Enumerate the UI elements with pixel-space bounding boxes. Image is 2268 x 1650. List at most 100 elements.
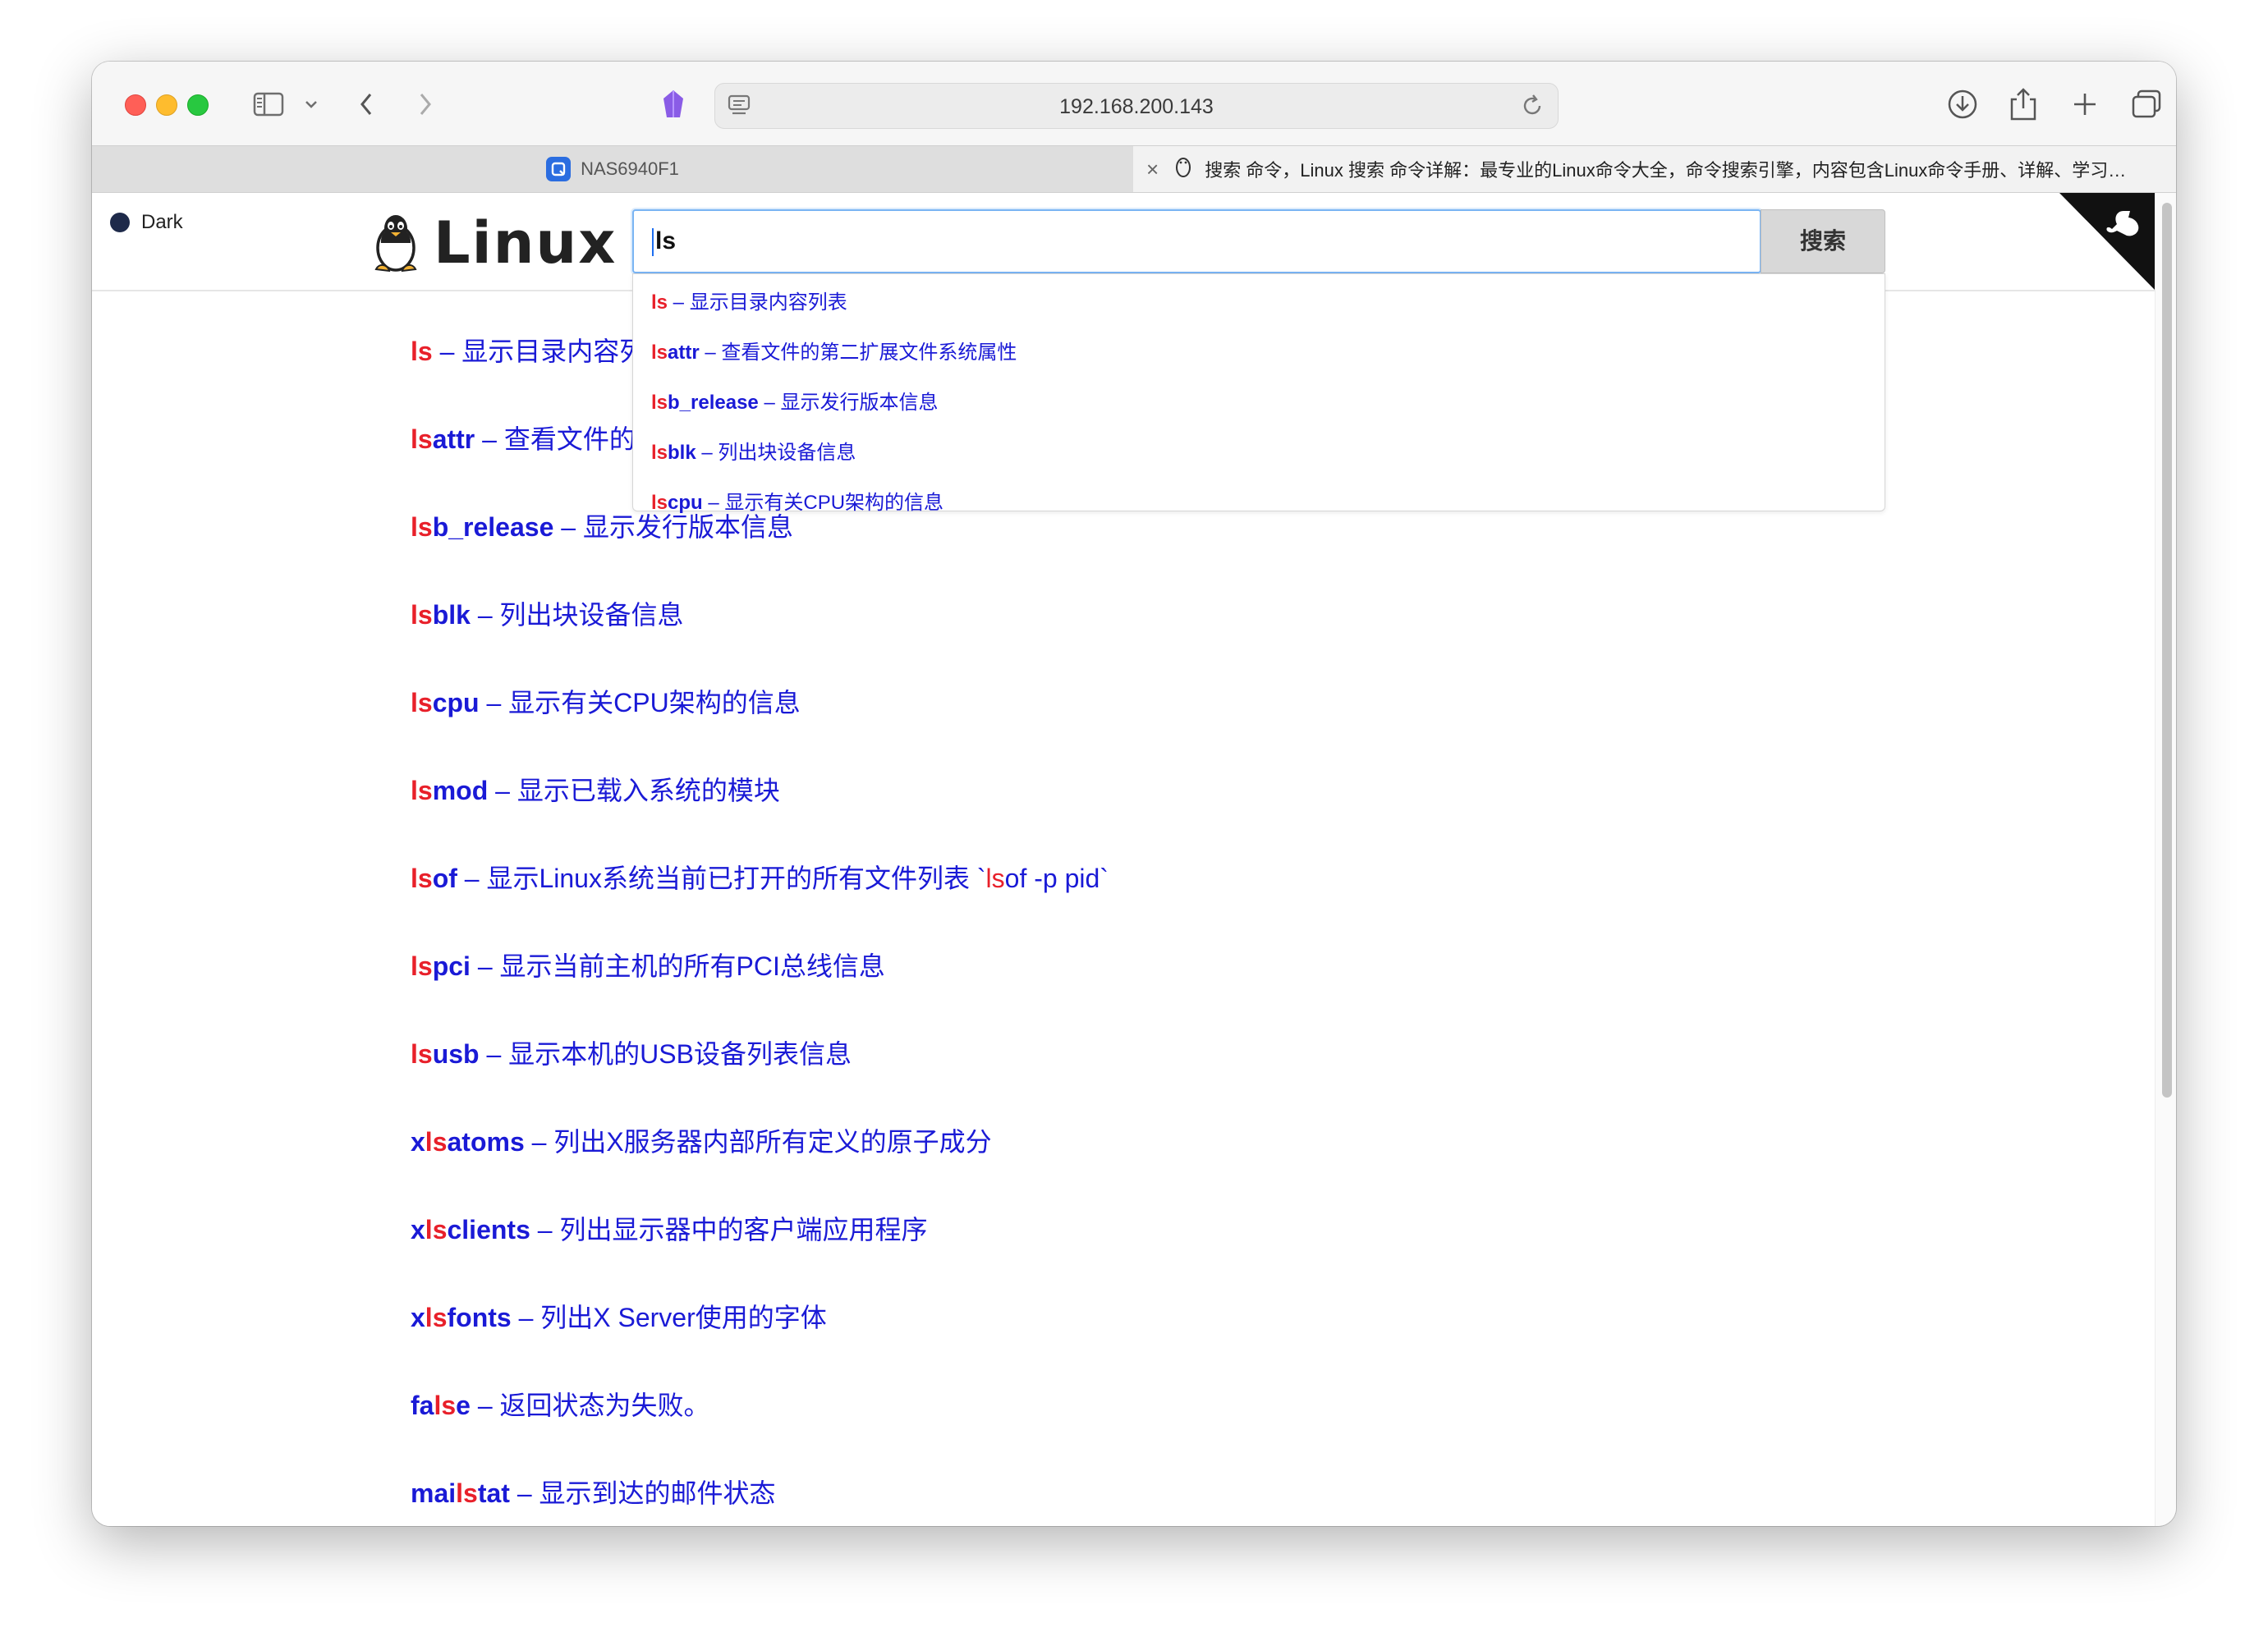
reload-icon[interactable] bbox=[1520, 94, 1545, 122]
autocomplete-dropdown: ls – 显示目录内容列表 lsattr – 查看文件的第二扩展文件系统属性 lsb… bbox=[632, 273, 1885, 514]
suggestion-command-text: b_release bbox=[668, 392, 759, 414]
result-link[interactable]: lsof – 显示Linux系统当前已打开的所有文件列表 `lsof -p pi… bbox=[411, 858, 1109, 896]
result-description: – 显示到达的邮件状态 bbox=[509, 1478, 776, 1508]
result-link[interactable]: xlsatoms – 列出X服务器内部所有定义的原子成分 bbox=[411, 1121, 992, 1159]
result-match-highlight: ls bbox=[985, 864, 1005, 893]
result-description: – 显示有关CPU架构的信息 bbox=[479, 688, 801, 717]
result-command-text: x bbox=[411, 1303, 425, 1332]
result-command-text: attr bbox=[432, 424, 475, 454]
result-match-highlight: ls bbox=[425, 1303, 448, 1332]
result-link[interactable]: lsusb – 显示本机的USB设备列表信息 bbox=[411, 1034, 852, 1071]
result-command: lspci bbox=[411, 951, 471, 981]
result-command: mailstat bbox=[411, 1478, 510, 1508]
suggestion-match-highlight: ls bbox=[651, 291, 668, 314]
result-command: ls bbox=[411, 337, 433, 366]
suggestion-item[interactable]: lsattr – 查看文件的第二扩展文件系统属性 bbox=[651, 336, 1017, 364]
back-arrow-icon[interactable] bbox=[356, 86, 376, 122]
suggestion-description: – 显示有关CPU架构的信息 bbox=[702, 492, 944, 514]
result-description: – 显示当前主机的所有PCI总线信息 bbox=[470, 951, 885, 981]
result-link[interactable]: lsblk – 列出块设备信息 bbox=[411, 594, 684, 632]
tab-nas-label: NAS6940F1 bbox=[581, 158, 679, 179]
result-command: lscpu bbox=[411, 688, 480, 717]
result-command: xlsfonts bbox=[411, 1303, 512, 1332]
result-command-text: pci bbox=[432, 951, 471, 981]
result-command-text: clients bbox=[447, 1215, 530, 1244]
minimize-window-button[interactable] bbox=[156, 94, 177, 116]
scrollbar-thumb[interactable] bbox=[2162, 203, 2172, 1098]
result-match-highlight: ls bbox=[411, 337, 433, 366]
result-command-text: of bbox=[432, 864, 457, 893]
result-description: – 列出显示器中的客户端应用程序 bbox=[530, 1215, 928, 1244]
suggestion-description: – 列出块设备信息 bbox=[696, 442, 856, 464]
close-tab-icon[interactable]: × bbox=[1146, 157, 1159, 182]
result-command-text: cpu bbox=[432, 688, 480, 717]
result-description: of -p pid` bbox=[1004, 864, 1109, 893]
suggestion-item[interactable]: lscpu – 显示有关CPU架构的信息 bbox=[651, 486, 943, 515]
close-window-button[interactable] bbox=[125, 94, 146, 116]
nas-app-icon bbox=[546, 157, 572, 181]
browser-window: 192.168.200.143 NAS6940F1 × 搜索 命令，Linux … bbox=[92, 62, 2176, 1526]
result-description: – 显示已载入系统的模块 bbox=[488, 776, 780, 805]
result-match-highlight: ls bbox=[411, 600, 433, 630]
github-corner-icon[interactable] bbox=[2059, 193, 2155, 290]
result-command-text: blk bbox=[432, 600, 471, 630]
result-match-highlight: ls bbox=[411, 1039, 433, 1069]
tab-linux-search[interactable]: × 搜索 命令，Linux 搜索 命令详解：最专业的Linux命令大全，命令搜索… bbox=[1133, 146, 2176, 192]
share-icon[interactable] bbox=[2009, 86, 2038, 122]
new-tab-plus-icon[interactable] bbox=[2071, 86, 2099, 122]
sidebar-toggle-icon[interactable] bbox=[253, 86, 286, 122]
suggestion-item[interactable]: ls – 显示目录内容列表 bbox=[651, 286, 847, 314]
site-logo[interactable]: Linux bbox=[370, 209, 617, 277]
result-link[interactable]: lscpu – 显示有关CPU架构的信息 bbox=[411, 682, 801, 720]
result-link[interactable]: false – 返回状态为失败。 bbox=[411, 1385, 710, 1423]
result-link[interactable]: xlsclients – 列出显示器中的客户端应用程序 bbox=[411, 1209, 927, 1247]
result-match-highlight: ls bbox=[425, 1127, 448, 1157]
result-description: – 列出X服务器内部所有定义的原子成分 bbox=[524, 1127, 992, 1157]
suggestion-match-highlight: ls bbox=[651, 492, 668, 514]
chevron-down-icon[interactable] bbox=[304, 86, 319, 122]
tab-bar: NAS6940F1 × 搜索 命令，Linux 搜索 命令详解：最专业的Linu… bbox=[92, 145, 2176, 193]
result-command-text: mai bbox=[411, 1478, 457, 1508]
result-command-text: mod bbox=[432, 776, 489, 805]
result-match-highlight: ls bbox=[411, 424, 433, 454]
result-link[interactable]: mailstat – 显示到达的邮件状态 bbox=[411, 1473, 776, 1510]
search-input[interactable]: ls bbox=[632, 209, 1761, 273]
result-command-text: usb bbox=[432, 1039, 480, 1069]
address-text: 192.168.200.143 bbox=[1059, 95, 1214, 118]
forward-arrow-icon[interactable] bbox=[415, 86, 435, 122]
downloads-icon[interactable] bbox=[1946, 86, 1979, 122]
extension-icon[interactable] bbox=[659, 86, 688, 122]
result-command-text: x bbox=[411, 1127, 425, 1157]
suggestion-description: – 查看文件的第二扩展文件系统属性 bbox=[699, 341, 1017, 364]
dark-mode-toggle[interactable]: Dark bbox=[110, 211, 183, 234]
tux-favicon-icon bbox=[1173, 154, 1193, 184]
address-bar[interactable]: 192.168.200.143 bbox=[714, 83, 1559, 129]
result-command: false bbox=[411, 1391, 471, 1420]
result-command-text: fonts bbox=[447, 1303, 512, 1332]
search-button[interactable]: 搜索 bbox=[1761, 209, 1885, 273]
dark-mode-label: Dark bbox=[141, 211, 183, 233]
suggestion-command: lsblk bbox=[651, 442, 696, 464]
result-link[interactable]: lsmod – 显示已载入系统的模块 bbox=[411, 770, 780, 808]
result-command-text: x bbox=[411, 1215, 425, 1244]
page-content: Dark Linux ls 搜索 ls – 显示目录内容列表 lsattr – … bbox=[92, 193, 2155, 1526]
result-command: lsattr bbox=[411, 424, 475, 454]
zoom-window-button[interactable] bbox=[187, 94, 209, 116]
tab-nas[interactable]: NAS6940F1 bbox=[92, 146, 1134, 192]
result-link[interactable]: lspci – 显示当前主机的所有PCI总线信息 bbox=[411, 946, 885, 983]
result-match-highlight: ls bbox=[456, 1478, 478, 1508]
text-caret bbox=[652, 228, 654, 257]
result-match-highlight: ls bbox=[425, 1215, 448, 1244]
logo-text: Linux bbox=[434, 209, 618, 277]
tab-overview-icon[interactable] bbox=[2130, 86, 2163, 122]
suggestion-item[interactable]: lsb_release – 显示发行版本信息 bbox=[651, 386, 938, 415]
page-scrollbar[interactable] bbox=[2155, 193, 2176, 1526]
result-command: lsusb bbox=[411, 1039, 480, 1069]
suggestion-command-text: cpu bbox=[668, 492, 703, 514]
result-link[interactable]: xlsfonts – 列出X Server使用的字体 bbox=[411, 1297, 827, 1335]
suggestion-item[interactable]: lsblk – 列出块设备信息 bbox=[651, 436, 856, 465]
result-description: – 显示本机的USB设备列表信息 bbox=[479, 1039, 852, 1069]
result-description: – 显示发行版本信息 bbox=[553, 512, 793, 542]
browser-toolbar: 192.168.200.143 bbox=[92, 62, 2176, 145]
suggestion-command-text: blk bbox=[668, 442, 696, 464]
